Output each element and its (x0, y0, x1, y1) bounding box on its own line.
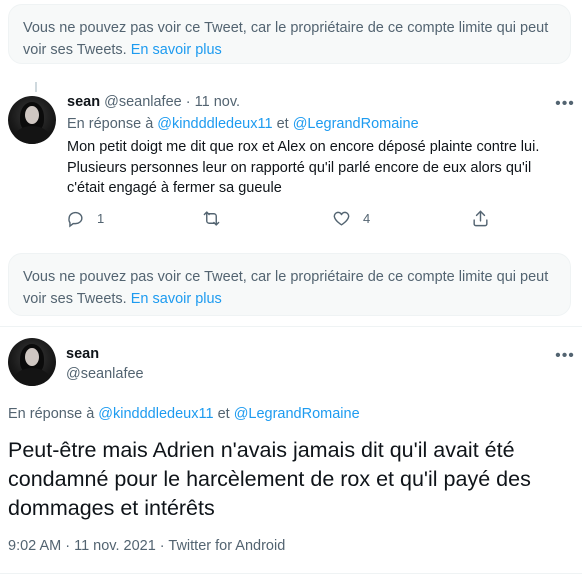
mention-link[interactable]: @LegrandRomaine (293, 116, 419, 132)
tweet-text: Mon petit doigt me dit que rox et Alex o… (67, 139, 540, 196)
retweet-button[interactable] (202, 206, 233, 230)
tweet-meta[interactable]: 9:02 AM · 11 nov. 2021 · Twitter for And… (8, 538, 285, 554)
handle[interactable]: @seanlafee (104, 94, 182, 110)
like-icon (333, 211, 350, 226)
thread-connector-line (35, 82, 37, 92)
protected-tweet-notice: Vous ne pouvez pas voir ce Tweet, car le… (8, 253, 571, 316)
reply-prefix: En réponse à (67, 116, 154, 132)
reply-context: En réponse à @kindddledeux11 et @Legrand… (67, 116, 419, 132)
reply-count: 1 (97, 210, 105, 226)
main-tweet: sean @seanlafee ••• En réponse à @kinddd… (0, 330, 582, 579)
tweet-header: sean @seanlafee · 11 nov. (67, 94, 240, 110)
more-icon[interactable]: ••• (555, 94, 575, 114)
avatar[interactable] (8, 96, 56, 144)
like-button[interactable]: 4 (332, 206, 370, 230)
notice-text: Vous ne pouvez pas voir ce Tweet, car le… (23, 269, 549, 307)
display-name[interactable]: sean (67, 94, 100, 110)
reply-prefix: En réponse à (8, 406, 95, 422)
share-button[interactable] (471, 206, 490, 230)
learn-more-link[interactable]: En savoir plus (131, 42, 222, 58)
mention-link[interactable]: @kindddledeux11 (157, 116, 272, 132)
divider (0, 573, 582, 574)
tweet-actions: 1 4 (60, 206, 500, 230)
more-icon[interactable]: ••• (555, 346, 575, 366)
reply-joiner: et (217, 406, 230, 422)
separator: · (185, 94, 191, 110)
divider (0, 326, 582, 327)
mention-link[interactable]: @kindddledeux11 (98, 406, 213, 422)
notice-text: Vous ne pouvez pas voir ce Tweet, car le… (23, 20, 549, 58)
handle[interactable]: @seanlafee (66, 366, 144, 382)
learn-more-link[interactable]: En savoir plus (131, 291, 222, 307)
avatar[interactable] (8, 338, 56, 386)
tweet-text: Peut-être mais Adrien n'avais jamais dit… (8, 438, 531, 520)
protected-tweet-notice: Vous ne pouvez pas voir ce Tweet, car le… (8, 4, 571, 64)
reply-button[interactable]: 1 (66, 206, 104, 230)
display-name[interactable]: sean (66, 346, 99, 362)
reply-icon (68, 211, 83, 227)
share-icon (473, 210, 488, 226)
retweet-icon (203, 210, 220, 226)
tweet-date[interactable]: 11 nov. (195, 94, 240, 110)
reply-context: En réponse à @kindddledeux11 et @Legrand… (8, 406, 360, 422)
like-count: 4 (363, 210, 371, 226)
reply-tweet[interactable]: sean @seanlafee · 11 nov. ••• En réponse… (0, 92, 582, 242)
reply-joiner: et (276, 116, 289, 132)
mention-link[interactable]: @LegrandRomaine (234, 406, 360, 422)
